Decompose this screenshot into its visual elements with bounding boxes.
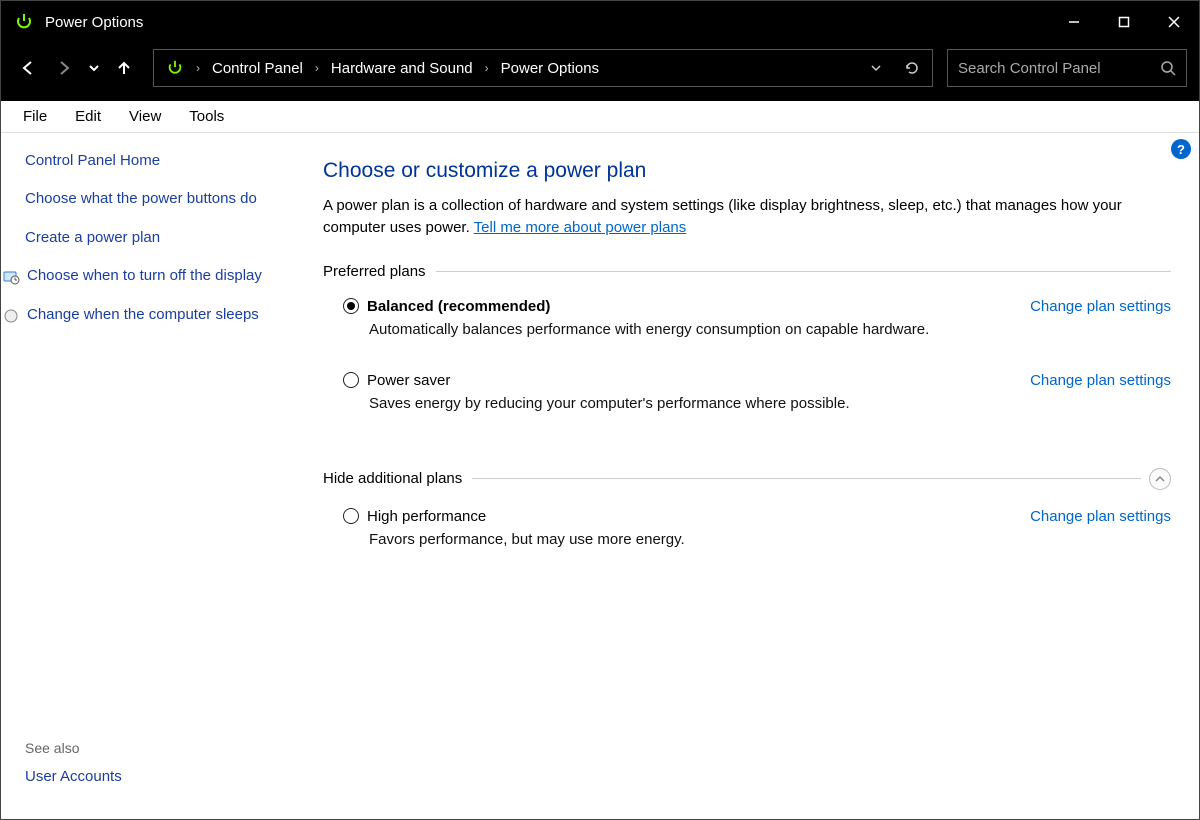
page-description: A power plan is a collection of hardware… — [323, 195, 1171, 239]
search-icon — [1160, 60, 1176, 76]
display-timer-icon — [1, 267, 21, 287]
search-input[interactable]: Search Control Panel — [947, 49, 1187, 87]
chevron-right-icon[interactable]: › — [192, 61, 204, 75]
window-root: Power Options — [0, 0, 1200, 820]
window-title: Power Options — [45, 14, 143, 31]
content-area: ? Control Panel Home Choose what the pow… — [1, 133, 1199, 819]
sidebar-link-create-plan[interactable]: Create a power plan — [25, 228, 281, 248]
moon-icon — [1, 306, 21, 326]
description-link[interactable]: Tell me more about power plans — [474, 219, 687, 236]
plan-balanced: Balanced (recommended) Change plan setti… — [323, 290, 1171, 364]
window-controls — [1049, 1, 1199, 43]
search-placeholder: Search Control Panel — [958, 60, 1101, 77]
sidebar-link-power-buttons[interactable]: Choose what the power buttons do — [25, 189, 281, 209]
up-button[interactable] — [109, 51, 139, 85]
radio-power-saver[interactable] — [343, 372, 359, 388]
divider — [472, 478, 1141, 479]
see-also-heading: See also — [25, 740, 281, 756]
page-title: Choose or customize a power plan — [323, 159, 1171, 183]
legend-preferred-label: Preferred plans — [323, 263, 436, 280]
breadcrumb-item[interactable]: Hardware and Sound — [323, 60, 481, 77]
refresh-button[interactable] — [896, 53, 928, 83]
recent-locations-dropdown[interactable] — [85, 51, 103, 85]
menu-file[interactable]: File — [11, 104, 59, 129]
sidebar: Control Panel Home Choose what the power… — [1, 133, 301, 819]
plan-description: Favors performance, but may use more ene… — [369, 531, 1171, 548]
back-button[interactable] — [13, 51, 43, 85]
forward-button[interactable] — [49, 51, 79, 85]
chevron-right-icon[interactable]: › — [311, 61, 323, 75]
sidebar-link-home[interactable]: Control Panel Home — [25, 151, 281, 171]
radio-balanced[interactable] — [343, 298, 359, 314]
breadcrumb-item[interactable]: Power Options — [493, 60, 607, 77]
radio-high-performance[interactable] — [343, 508, 359, 524]
plan-description: Saves energy by reducing your computer's… — [369, 395, 1171, 412]
sidebar-link-user-accounts[interactable]: User Accounts — [25, 768, 281, 785]
menu-view[interactable]: View — [117, 104, 173, 129]
help-icon[interactable]: ? — [1171, 139, 1191, 159]
main-panel: Choose or customize a power plan A power… — [301, 133, 1199, 819]
plan-name[interactable]: Balanced (recommended) — [367, 298, 550, 315]
sidebar-link-sleep[interactable]: Change when the computer sleeps — [27, 305, 259, 325]
address-dropdown[interactable] — [860, 53, 892, 83]
plan-power-saver: Power saver Change plan settings Saves e… — [323, 364, 1171, 438]
change-plan-settings-link[interactable]: Change plan settings — [1030, 508, 1171, 525]
sidebar-link-display-off[interactable]: Choose when to turn off the display — [27, 266, 262, 286]
menu-tools[interactable]: Tools — [177, 104, 236, 129]
collapse-toggle[interactable] — [1149, 468, 1171, 490]
legend-additional: Hide additional plans — [323, 468, 1171, 490]
legend-additional-label: Hide additional plans — [323, 470, 472, 487]
plan-name[interactable]: Power saver — [367, 372, 450, 389]
menubar: File Edit View Tools — [1, 101, 1199, 133]
breadcrumb-item[interactable]: Control Panel — [204, 60, 311, 77]
address-icon — [164, 57, 186, 79]
address-bar[interactable]: › Control Panel › Hardware and Sound › P… — [153, 49, 933, 87]
plan-name[interactable]: High performance — [367, 508, 486, 525]
divider — [436, 271, 1171, 272]
chevron-right-icon[interactable]: › — [481, 61, 493, 75]
change-plan-settings-link[interactable]: Change plan settings — [1030, 298, 1171, 315]
minimize-button[interactable] — [1049, 1, 1099, 43]
menu-edit[interactable]: Edit — [63, 104, 113, 129]
change-plan-settings-link[interactable]: Change plan settings — [1030, 372, 1171, 389]
close-button[interactable] — [1149, 1, 1199, 43]
description-text: A power plan is a collection of hardware… — [323, 197, 1122, 236]
legend-preferred: Preferred plans — [323, 263, 1171, 280]
nav-toolbar: › Control Panel › Hardware and Sound › P… — [1, 43, 1199, 101]
app-icon — [13, 11, 35, 33]
plan-description: Automatically balances performance with … — [369, 321, 1171, 338]
maximize-button[interactable] — [1099, 1, 1149, 43]
plan-high-performance: High performance Change plan settings Fa… — [323, 500, 1171, 574]
titlebar: Power Options — [1, 1, 1199, 43]
